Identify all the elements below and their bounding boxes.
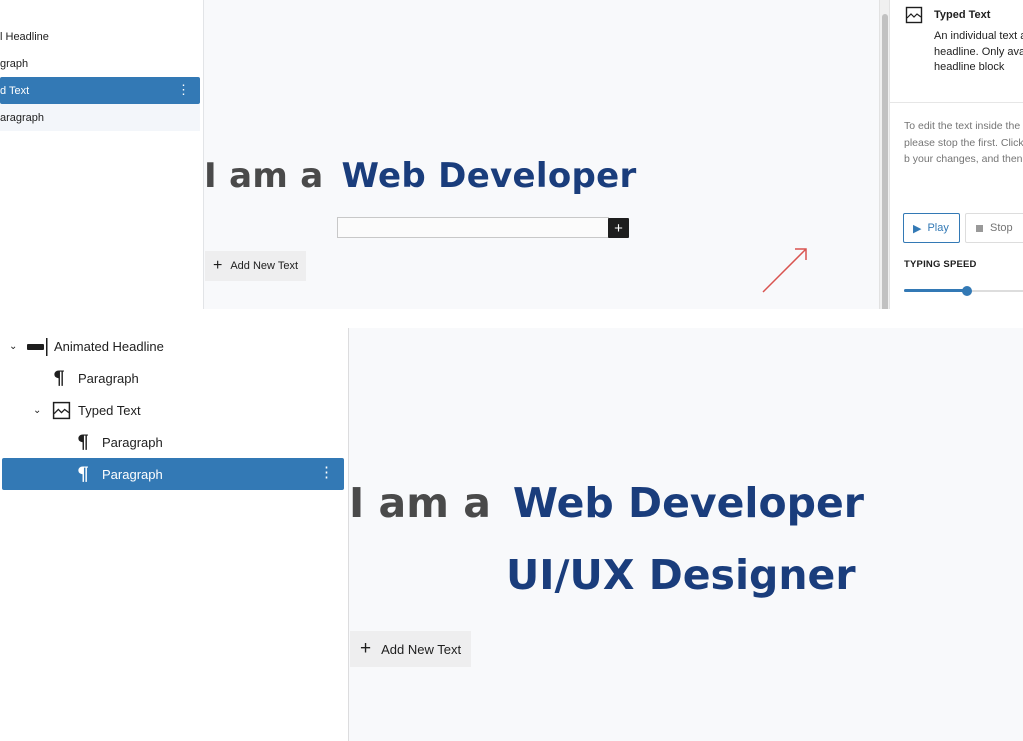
paragraph-icon: ¶ [53, 367, 66, 389]
chevron-down-icon[interactable]: ⌄ [33, 405, 41, 416]
list-item-typed-text[interactable]: d Text ⋮ [0, 77, 200, 104]
list-item-animated-headline[interactable]: ⌄ Animated Headline [0, 330, 344, 362]
headline-static-text: I am a [349, 479, 491, 527]
typing-speed-label: TYPING SPEED [904, 259, 977, 270]
headline-typed-text-2[interactable]: UI/UX Designer [506, 551, 856, 599]
list-item-label: l Headline [0, 30, 49, 43]
animated-headline-icon [27, 338, 49, 356]
insert-text-button[interactable]: + [608, 218, 629, 238]
list-item-paragraph-child[interactable]: aragraph [0, 104, 200, 131]
more-options-icon[interactable]: ⋮ [177, 82, 190, 98]
annotation-arrow-icon [762, 248, 807, 293]
play-label: Play [927, 222, 949, 234]
list-item-typed-text[interactable]: ⌄ Typed Text [0, 394, 344, 426]
list-item-label: Paragraph [102, 434, 163, 450]
add-new-text-button[interactable]: + Add New Text [350, 631, 472, 667]
stop-icon [976, 224, 983, 232]
add-new-text-label: Add New Text [381, 641, 462, 657]
slider-knob[interactable] [962, 286, 972, 296]
typed-text-icon [905, 6, 923, 24]
editor-canvas: I am a Web Developer + + Add New Text [203, 0, 879, 309]
top-screenshot: l Headline graph d Text ⋮ aragraph I am … [0, 0, 1023, 309]
block-card-description: An individual text animated headline. On… [934, 30, 1023, 73]
list-view-panel: ⌄ Animated Headline ¶ Paragraph ⌄ Typed … [0, 328, 348, 741]
list-item-paragraph-child[interactable]: ¶ Paragraph [0, 426, 344, 458]
list-item-paragraph[interactable]: ¶ Paragraph [0, 362, 344, 394]
list-item-paragraph[interactable]: graph [0, 50, 28, 77]
paragraph-icon: ¶ [77, 431, 90, 453]
list-item-label: graph [0, 57, 29, 70]
stop-button[interactable]: Stop [965, 213, 1023, 243]
animated-headline[interactable]: I am a Web Developer [349, 479, 864, 527]
typed-text-icon [52, 401, 71, 420]
list-item-animated-headline[interactable]: l Headline [0, 23, 49, 50]
paragraph-icon: ¶ [77, 463, 90, 485]
play-button[interactable]: ▶ Play [903, 213, 960, 243]
headline-typed-text[interactable]: Web Developer [513, 479, 864, 527]
plus-icon: + [614, 219, 623, 237]
new-typed-text-input[interactable] [337, 217, 609, 238]
list-item-label: Typed Text [78, 402, 141, 418]
animated-headline[interactable]: I am a Web Developer [204, 152, 637, 197]
list-item-label: d Text [0, 84, 30, 97]
plus-icon: + [360, 638, 372, 659]
list-view-panel: l Headline graph d Text ⋮ aragraph [0, 0, 203, 309]
bottom-screenshot: ⌄ Animated Headline ¶ Paragraph ⌄ Typed … [0, 328, 1023, 741]
canvas-scrollbar[interactable] [879, 0, 890, 309]
add-new-text-label: Add New Text [230, 260, 299, 272]
more-options-icon[interactable]: ⋮ [319, 465, 334, 481]
stop-label: Stop [990, 222, 1013, 234]
scrollbar-thumb[interactable] [882, 14, 888, 309]
add-new-text-button[interactable]: + Add New Text [205, 251, 307, 281]
list-item-label: Animated Headline [54, 338, 164, 354]
play-icon: ▶ [913, 222, 922, 235]
list-item-label: Paragraph [102, 466, 163, 482]
chevron-down-icon[interactable]: ⌄ [9, 341, 17, 352]
plus-icon: + [213, 257, 223, 274]
typing-speed-slider[interactable] [904, 285, 1023, 297]
block-inspector: Typed Text An individual text animated h… [890, 0, 1023, 309]
editor-canvas: I am a Web Developer UI/UX Designer + Add… [348, 328, 1023, 741]
list-item-label: aragraph [0, 111, 45, 124]
list-item-paragraph-selected[interactable]: ¶ Paragraph ⋮ [2, 458, 344, 490]
headline-static-text: I am a [204, 156, 324, 196]
slider-fill [904, 289, 967, 292]
edit-note: To edit the text inside the headline, pl… [904, 120, 1023, 165]
block-card-title: Typed Text [934, 9, 991, 21]
list-item-label: Paragraph [78, 370, 139, 386]
headline-typed-text[interactable]: Web Developer [341, 156, 636, 196]
block-card: Typed Text An individual text animated h… [890, 0, 1023, 103]
